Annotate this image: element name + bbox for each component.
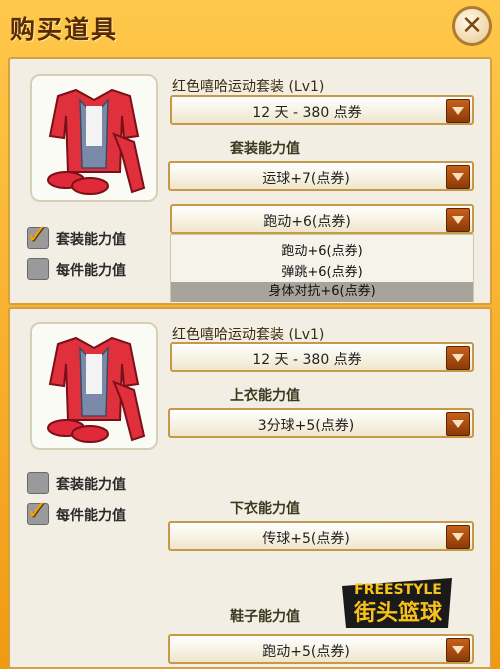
checkmark-icon: ✓ [26, 496, 48, 526]
checkbox-label: 每件能力值 [56, 263, 126, 279]
checkbox-set-ability-2[interactable] [27, 472, 49, 494]
logo-text-bottom: 街头篮球 [353, 600, 443, 626]
dialog-title: 购买道具 [10, 15, 119, 44]
price-select-2[interactable]: 12 天 - 380 点券 [170, 342, 474, 372]
checkbox-piece-ability-2[interactable]: ✓ [26, 496, 49, 526]
checkbox-piece-ability-1[interactable] [27, 258, 49, 280]
checkbox-label: 套装能力值 [56, 477, 126, 493]
section-label-bottom: 下衣能力值 [230, 501, 300, 517]
dropdown-option[interactable]: 弹跳+6(点券) [171, 261, 473, 280]
chevron-down-icon [446, 99, 470, 123]
chevron-down-icon [446, 412, 470, 436]
close-icon: ✕ [461, 11, 483, 41]
close-button[interactable]: ✕ [452, 6, 492, 46]
logo-text-top: FREESTYLE [354, 582, 442, 598]
price-value-1: 12 天 - 380 点券 [252, 105, 362, 121]
outfit-icon [47, 336, 146, 443]
price-value-2: 12 天 - 380 点券 [252, 352, 362, 368]
section-label-top: 上衣能力值 [230, 388, 300, 404]
checkbox-label: 套装能力值 [56, 232, 126, 248]
section-label-set-ability: 套装能力值 [230, 141, 300, 157]
chevron-down-icon [446, 638, 470, 662]
item-name-2: 红色嘻哈运动套装 (Lv1) [172, 327, 325, 343]
section-label-shoes: 鞋子能力值 [230, 609, 300, 625]
checkbox-label: 每件能力值 [56, 508, 126, 524]
chevron-down-icon [446, 208, 470, 232]
ability-select-2[interactable]: 跑动+6(点券) [170, 204, 474, 234]
outfit-icon [47, 88, 146, 195]
freestyle-logo: FREESTYLE 街头篮球 [338, 572, 456, 632]
item-name-1: 红色嘻哈运动套装 (Lv1) [172, 79, 325, 95]
dropdown-option[interactable]: 跑动+6(点券) [171, 240, 473, 259]
top-ability-select[interactable]: 3分球+5(点券) [168, 408, 474, 438]
chevron-down-icon [446, 525, 470, 549]
checkmark-icon: ✓ [26, 220, 48, 250]
ability-select-1[interactable]: 运球+7(点券) [168, 161, 474, 191]
item-thumbnail-1 [30, 74, 158, 202]
checkbox-set-ability-1[interactable]: ✓ [26, 220, 49, 250]
bottom-ability-value: 传球+5(点券) [262, 531, 350, 547]
shoes-ability-value: 跑动+5(点券) [262, 644, 350, 660]
chevron-down-icon [446, 165, 470, 189]
price-select-1[interactable]: 12 天 - 380 点券 [170, 95, 474, 125]
chevron-down-icon [446, 346, 470, 370]
shoes-ability-select[interactable]: 跑动+5(点券) [168, 634, 474, 664]
ability-value-1: 运球+7(点券) [262, 171, 350, 187]
dropdown-option-selected[interactable]: 身体对抗+6(点券) [171, 282, 473, 302]
item-thumbnail-2 [30, 322, 158, 450]
ability-dropdown-menu: 跑动+6(点券) 弹跳+6(点券) 身体对抗+6(点券) [170, 234, 474, 302]
ability-value-2: 跑动+6(点券) [263, 214, 351, 230]
bottom-ability-select[interactable]: 传球+5(点券) [168, 521, 474, 551]
top-ability-value: 3分球+5(点券) [257, 418, 355, 434]
